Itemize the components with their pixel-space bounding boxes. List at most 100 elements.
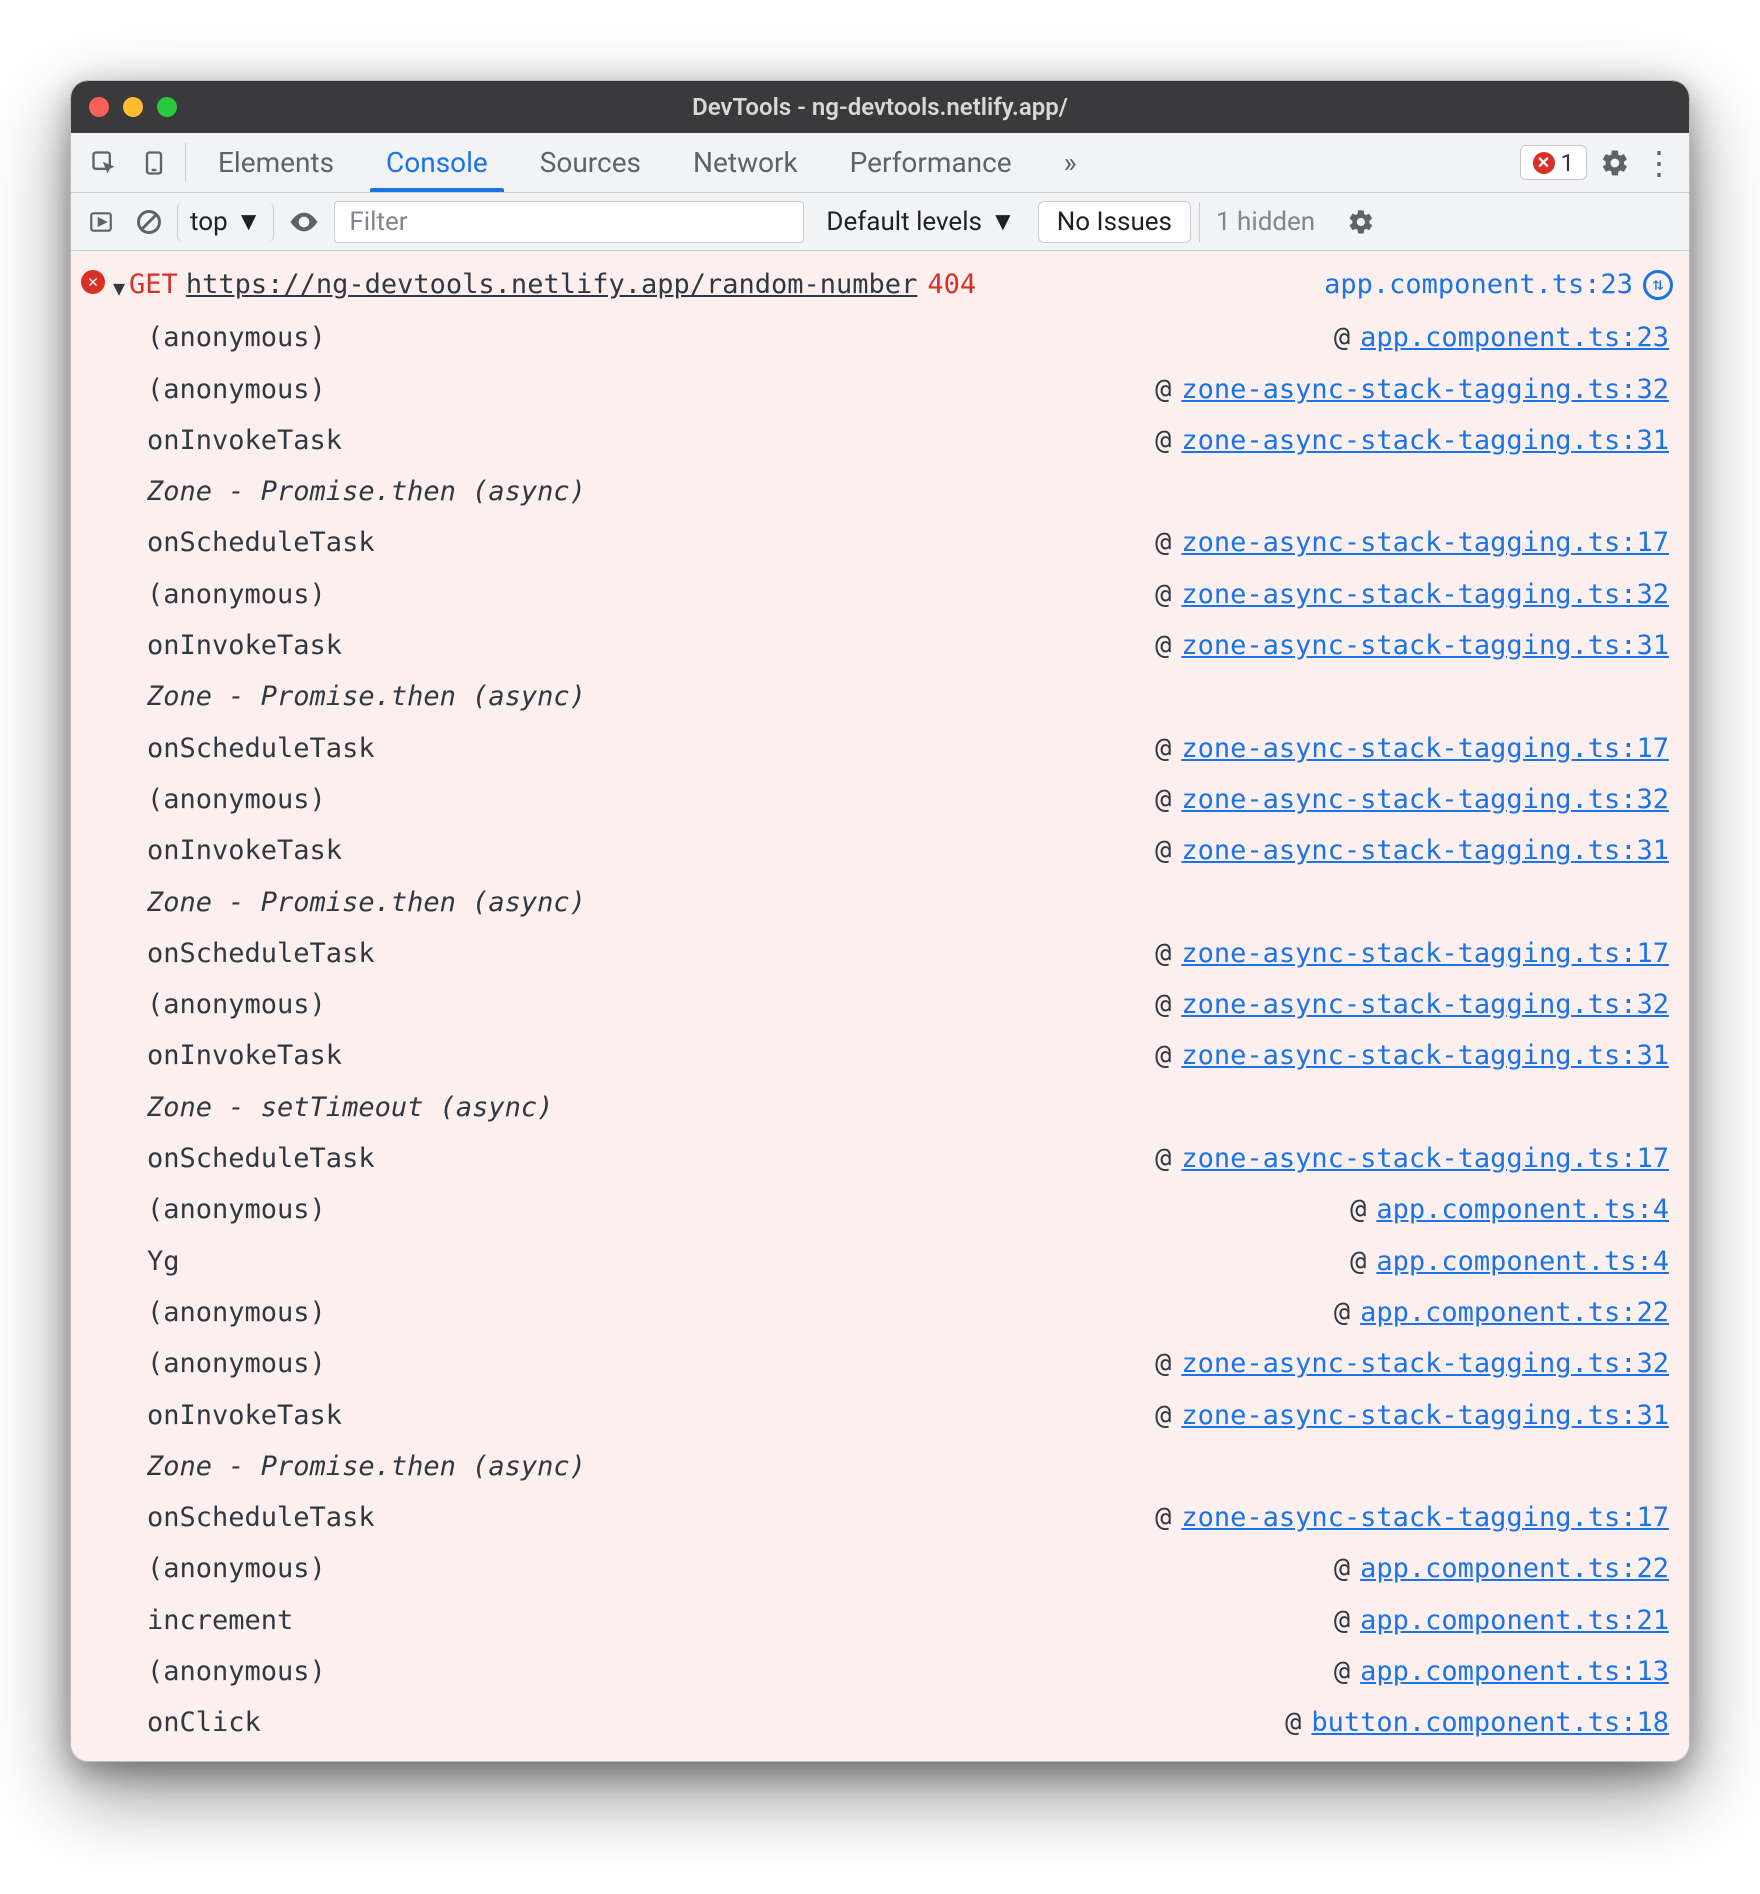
stack-frame-source-link[interactable]: zone-async-stack-tagging.ts:17 bbox=[1181, 1133, 1669, 1184]
stack-frame-source-link[interactable]: zone-async-stack-tagging.ts:32 bbox=[1181, 569, 1669, 620]
http-method: GET bbox=[129, 259, 178, 310]
async-boundary: Zone - setTimeout (async) bbox=[71, 1082, 1689, 1133]
async-boundary-label: Zone - Promise.then (async) bbox=[147, 877, 586, 928]
stack-frame: onClick@button.component.ts:18 bbox=[71, 1697, 1689, 1748]
at-symbol: @ bbox=[1350, 1184, 1376, 1235]
tab-performance[interactable]: Performance bbox=[824, 133, 1038, 192]
at-symbol: @ bbox=[1334, 1543, 1360, 1594]
filter-placeholder: Filter bbox=[349, 207, 407, 237]
stack-frame-source-link[interactable]: app.component.ts:22 bbox=[1360, 1543, 1669, 1594]
stack-frame: (anonymous)@zone-async-stack-tagging.ts:… bbox=[71, 569, 1689, 620]
zoom-window-button[interactable] bbox=[157, 97, 177, 117]
stack-frame-fn: (anonymous) bbox=[147, 1287, 326, 1338]
stack-frame: onScheduleTask@zone-async-stack-tagging.… bbox=[71, 928, 1689, 979]
async-boundary-label: Zone - Promise.then (async) bbox=[147, 466, 586, 517]
at-symbol: @ bbox=[1155, 415, 1181, 466]
toolbar-divider bbox=[185, 143, 186, 182]
stack-frame-source-link[interactable]: app.component.ts:22 bbox=[1360, 1287, 1669, 1338]
more-options-icon[interactable]: ⋮ bbox=[1637, 133, 1681, 192]
disclosure-triangle-icon[interactable]: ▼ bbox=[113, 269, 125, 307]
hidden-count[interactable]: 1 hidden bbox=[1199, 202, 1331, 242]
at-symbol: @ bbox=[1155, 979, 1181, 1030]
stack-frame-fn: onScheduleTask bbox=[147, 928, 375, 979]
main-toolbar: Elements Console Sources Network Perform… bbox=[71, 133, 1689, 193]
error-icon: ✕ bbox=[81, 270, 105, 294]
stack-frame-source-link[interactable]: app.component.ts:4 bbox=[1376, 1184, 1669, 1235]
issues-button[interactable]: No Issues bbox=[1038, 201, 1191, 243]
at-symbol: @ bbox=[1334, 1287, 1360, 1338]
stack-frame-source-link[interactable]: zone-async-stack-tagging.ts:31 bbox=[1181, 1390, 1669, 1441]
tab-sources[interactable]: Sources bbox=[514, 133, 667, 192]
device-toolbar-icon[interactable] bbox=[129, 133, 179, 192]
at-symbol: @ bbox=[1155, 1492, 1181, 1543]
toggle-sidebar-icon[interactable] bbox=[81, 209, 121, 235]
stack-frame: (anonymous) @app.component.ts:4 bbox=[71, 1184, 1689, 1235]
stack-frame-fn: (anonymous) bbox=[147, 1184, 326, 1235]
at-symbol: @ bbox=[1350, 1236, 1376, 1287]
console-settings-icon[interactable] bbox=[1339, 208, 1383, 236]
console-output: ✕ ▼ GET https://ng-devtools.netlify.app/… bbox=[71, 251, 1689, 1761]
at-symbol: @ bbox=[1155, 1030, 1181, 1081]
stack-frame-fn: onClick bbox=[147, 1697, 261, 1748]
stack-frame-source-link[interactable]: zone-async-stack-tagging.ts:32 bbox=[1181, 364, 1669, 415]
close-window-button[interactable] bbox=[89, 97, 109, 117]
stack-frame: increment@app.component.ts:21 bbox=[71, 1595, 1689, 1646]
inspect-element-icon[interactable] bbox=[79, 133, 129, 192]
at-symbol: @ bbox=[1334, 1595, 1360, 1646]
at-symbol: @ bbox=[1155, 517, 1181, 568]
stack-frame: (anonymous)@app.component.ts:13 bbox=[71, 1646, 1689, 1697]
stack-frame-source-link[interactable]: app.component.ts:23 bbox=[1360, 312, 1669, 363]
stack-frame-fn: (anonymous) bbox=[147, 979, 326, 1030]
levels-label: Default levels bbox=[826, 207, 982, 237]
stack-frame-source-link[interactable]: app.component.ts:21 bbox=[1360, 1595, 1669, 1646]
at-symbol: @ bbox=[1155, 723, 1181, 774]
error-icon: ✕ bbox=[1533, 152, 1555, 174]
stack-frame-fn: Yg bbox=[147, 1236, 180, 1287]
stack-frame-source-link[interactable]: zone-async-stack-tagging.ts:17 bbox=[1181, 928, 1669, 979]
stack-frame-fn: (anonymous) bbox=[147, 1338, 326, 1389]
tab-more[interactable]: » bbox=[1038, 133, 1103, 192]
at-symbol: @ bbox=[1155, 620, 1181, 671]
error-count-pill[interactable]: ✕ 1 bbox=[1520, 145, 1588, 180]
stack-frame-source-link[interactable]: zone-async-stack-tagging.ts:31 bbox=[1181, 1030, 1669, 1081]
stack-frame-source-link[interactable]: zone-async-stack-tagging.ts:17 bbox=[1181, 517, 1669, 568]
tab-network[interactable]: Network bbox=[667, 133, 824, 192]
at-symbol: @ bbox=[1155, 1133, 1181, 1184]
stack-frame-source-link[interactable]: zone-async-stack-tagging.ts:31 bbox=[1181, 620, 1669, 671]
tab-elements[interactable]: Elements bbox=[192, 133, 360, 192]
error-source-link[interactable]: app.component.ts:23 bbox=[1324, 259, 1633, 310]
tab-console[interactable]: Console bbox=[360, 133, 514, 192]
async-boundary: Zone - Promise.then (async) bbox=[71, 671, 1689, 722]
console-toolbar: top ▼ Filter Default levels ▼ No Issues … bbox=[71, 193, 1689, 251]
stack-frame: onScheduleTask@zone-async-stack-tagging.… bbox=[71, 1492, 1689, 1543]
stack-frame-source-link[interactable]: button.component.ts:18 bbox=[1311, 1697, 1669, 1748]
stack-frame-source-link[interactable]: zone-async-stack-tagging.ts:32 bbox=[1181, 774, 1669, 825]
stack-frame: onInvokeTask@zone-async-stack-tagging.ts… bbox=[71, 620, 1689, 671]
live-expression-icon[interactable] bbox=[282, 206, 326, 238]
console-error-row[interactable]: ✕ ▼ GET https://ng-devtools.netlify.app/… bbox=[71, 257, 1689, 312]
request-url-link[interactable]: https://ng-devtools.netlify.app/random-n… bbox=[186, 259, 918, 310]
stack-frame: onInvokeTask@zone-async-stack-tagging.ts… bbox=[71, 825, 1689, 876]
stack-frame-source-link[interactable]: zone-async-stack-tagging.ts:17 bbox=[1181, 723, 1669, 774]
stack-frame-source-link[interactable]: app.component.ts:13 bbox=[1360, 1646, 1669, 1697]
stack-frame-source-link[interactable]: zone-async-stack-tagging.ts:32 bbox=[1181, 979, 1669, 1030]
context-selector[interactable]: top ▼ bbox=[177, 202, 274, 242]
stack-frame: onInvokeTask@zone-async-stack-tagging.ts… bbox=[71, 1390, 1689, 1441]
stack-frame-source-link[interactable]: zone-async-stack-tagging.ts:31 bbox=[1181, 415, 1669, 466]
log-levels-selector[interactable]: Default levels ▼ bbox=[812, 206, 1029, 237]
clear-console-icon[interactable] bbox=[129, 208, 169, 236]
stack-frame-fn: onScheduleTask bbox=[147, 1133, 375, 1184]
stack-frame-fn: onInvokeTask bbox=[147, 1030, 342, 1081]
stack-frame-source-link[interactable]: zone-async-stack-tagging.ts:32 bbox=[1181, 1338, 1669, 1389]
stack-frame-fn: onScheduleTask bbox=[147, 723, 375, 774]
stack-frame-source-link[interactable]: zone-async-stack-tagging.ts:31 bbox=[1181, 825, 1669, 876]
settings-icon[interactable] bbox=[1593, 133, 1637, 192]
stack-frame: (anonymous)@app.component.ts:23 bbox=[71, 312, 1689, 363]
context-label: top bbox=[190, 207, 228, 237]
async-stack-icon[interactable]: ⇅ bbox=[1643, 270, 1673, 300]
filter-input[interactable]: Filter bbox=[334, 201, 804, 243]
stack-frame-source-link[interactable]: zone-async-stack-tagging.ts:17 bbox=[1181, 1492, 1669, 1543]
stack-frame-source-link[interactable]: app.component.ts:4 bbox=[1376, 1236, 1669, 1287]
minimize-window-button[interactable] bbox=[123, 97, 143, 117]
at-symbol: @ bbox=[1155, 1390, 1181, 1441]
